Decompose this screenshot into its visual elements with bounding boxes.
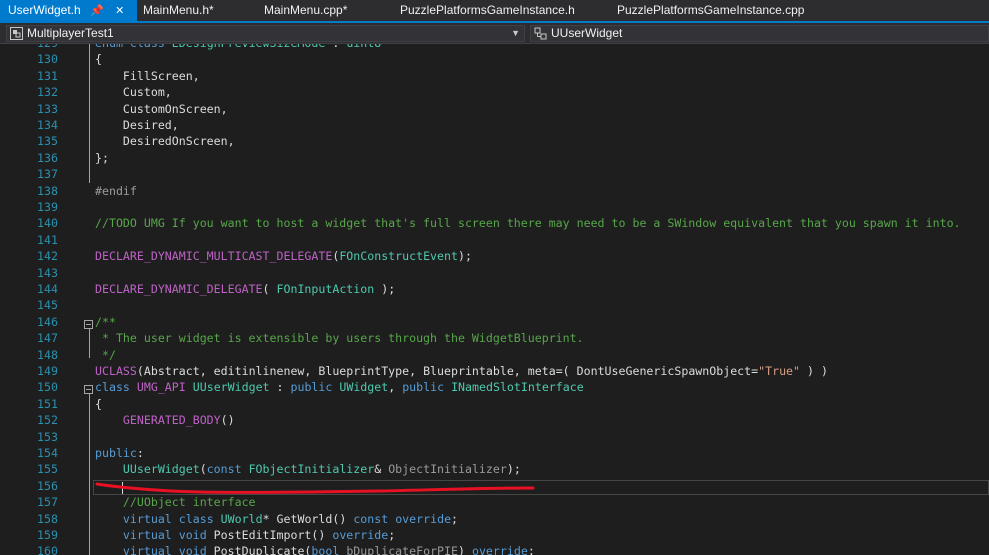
- project-icon: [10, 27, 23, 40]
- project-dropdown[interactable]: MultiplayerTest1 ▼: [6, 25, 525, 42]
- scope-name: UUserWidget: [551, 26, 623, 40]
- navigation-bar: MultiplayerTest1 ▼ UUserWidget: [0, 23, 989, 44]
- tab-label: PuzzlePlatformsGameInstance.cpp: [617, 3, 805, 17]
- tab-label: MainMenu.h*: [143, 3, 214, 17]
- tab-label: MainMenu.cpp*: [264, 3, 348, 17]
- tab-label: PuzzlePlatformsGameInstance.h: [400, 3, 575, 17]
- tab-userwidget-h[interactable]: UserWidget.h 📌 ✕: [0, 0, 137, 21]
- chevron-down-icon: ▼: [511, 28, 520, 38]
- tab-puzzleplatformsgameinstance-cpp[interactable]: PuzzlePlatformsGameInstance.cpp: [617, 0, 804, 21]
- code-editor[interactable]: 129enum class EDesignPreviewSizeMode : u…: [0, 44, 989, 555]
- project-name: MultiplayerTest1: [27, 26, 114, 40]
- close-icon[interactable]: ✕: [115, 1, 124, 22]
- class-icon: [534, 27, 547, 40]
- pin-icon[interactable]: 📌: [90, 1, 104, 22]
- red-underline-annotation: [95, 482, 535, 494]
- scope-dropdown[interactable]: UUserWidget: [530, 25, 989, 42]
- tab-puzzleplatformsgameinstance-h[interactable]: PuzzlePlatformsGameInstance.h: [400, 0, 575, 21]
- tab-mainmenu-cpp[interactable]: MainMenu.cpp*: [264, 0, 347, 21]
- tab-mainmenu-h[interactable]: MainMenu.h*: [143, 0, 214, 21]
- document-tab-bar: UserWidget.h 📌 ✕ MainMenu.h* MainMenu.cp…: [0, 0, 989, 23]
- tab-label: UserWidget.h: [8, 3, 81, 17]
